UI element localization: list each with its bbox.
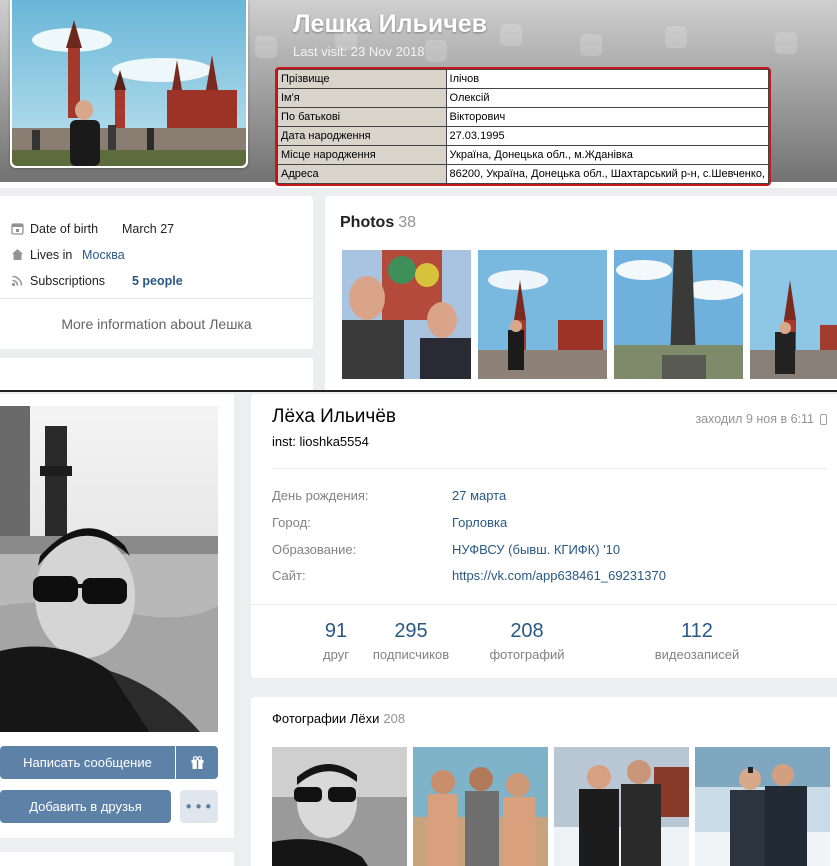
info-label: День рождения: xyxy=(272,488,369,503)
more-actions-button[interactable]: ••• xyxy=(180,790,218,823)
info-label: Образование: xyxy=(272,542,357,557)
registry-row: Прізвище Ілічов xyxy=(277,69,770,89)
photo-thumb[interactable] xyxy=(342,250,471,379)
gift-button[interactable] xyxy=(176,746,218,779)
info-label: Сайт: xyxy=(272,568,306,583)
photos-block: Photos 38 xyxy=(325,196,837,392)
registry-value: 86200, Україна, Донецька обл., Шахтарськ… xyxy=(445,164,770,184)
profile-name: Лешка Ильичев xyxy=(293,10,488,38)
photo-thumb[interactable] xyxy=(478,250,607,379)
registry-key: Прізвище xyxy=(277,69,447,89)
more-dots-icon: ••• xyxy=(184,797,214,816)
photos-count: 208 xyxy=(383,711,406,726)
separator xyxy=(272,468,827,469)
registry-value: Вікторович xyxy=(445,107,770,127)
info-value[interactable]: 27 марта xyxy=(452,488,506,503)
registry-row: Ім'я Олексій xyxy=(277,88,770,108)
registry-value: Ілічов xyxy=(445,69,770,89)
registry-table-highlight: Прізвище Ілічов Ім'я Олексій По батькові Ві… xyxy=(275,67,771,186)
info-row-site: Сайт: https://vk.com/app638461_69231370 xyxy=(272,568,666,583)
registry-value: Олексій xyxy=(445,88,770,108)
photo-thumb[interactable] xyxy=(695,747,830,866)
photo-thumb[interactable] xyxy=(413,747,548,866)
info-row-city: Город: Горловка xyxy=(272,515,507,530)
counter-number: 112 xyxy=(681,620,713,642)
registry-key: Місце народження xyxy=(277,145,447,165)
info-value[interactable]: March 27 xyxy=(122,222,174,236)
registry-key: Адреса xyxy=(277,164,447,184)
avatar-card: Написать сообщение Добавить в друзья ••• xyxy=(0,394,234,838)
profile-name: Лёха Ильичёв xyxy=(272,406,396,427)
avatar-photo-bw xyxy=(0,406,218,732)
photo-thumb[interactable] xyxy=(750,250,837,379)
send-message-button[interactable]: Написать сообщение xyxy=(0,746,175,779)
counter-label: видеозаписей xyxy=(654,647,740,662)
info-row-birthday: День рождения: 27 марта xyxy=(272,488,506,503)
profile-info-card: Date of birth March 27 Lives in Москва S… xyxy=(0,196,313,349)
profile-info-card: Лёха Ильичёв inst: lioshka5554 заходил 9… xyxy=(251,394,837,678)
info-row-dob: Date of birth March 27 xyxy=(10,220,174,238)
info-value[interactable]: Горловка xyxy=(452,515,507,530)
info-label: Date of birth xyxy=(30,222,99,236)
info-label: Lives in xyxy=(30,248,73,262)
photos-header[interactable]: Photos 38 xyxy=(340,214,416,232)
profile-screenshot-new: Лешка Ильичев Last visit: 23 Nov 2018 Пр… xyxy=(0,0,837,392)
registry-key: Дата народження xyxy=(277,126,447,146)
counter-label: подписчиков xyxy=(372,647,450,662)
counter-label: фотографий xyxy=(489,647,565,662)
last-online-text: заходил 9 ноя в 6:11 xyxy=(695,412,814,426)
info-label: Город: xyxy=(272,515,311,530)
gift-icon xyxy=(191,756,203,769)
photos-header[interactable]: Фотографии Лёхи 208 xyxy=(272,711,405,726)
photo-thumb[interactable] xyxy=(614,250,743,379)
profile-avatar[interactable] xyxy=(0,406,218,732)
registry-key: Ім'я xyxy=(277,88,447,108)
info-value[interactable]: Москва xyxy=(82,248,125,262)
counter-followers[interactable]: 295 подписчиков xyxy=(356,620,466,662)
calendar-icon xyxy=(10,222,24,236)
registry-row: Дата народження 27.03.1995 xyxy=(277,126,770,146)
photos-count: 38 xyxy=(398,214,417,231)
registry-row: Адреса 86200, Україна, Донецька обл., Шах… xyxy=(277,164,770,184)
photo-thumb[interactable] xyxy=(554,747,689,866)
info-value[interactable]: https://vk.com/app638461_69231370 xyxy=(452,568,666,583)
counter-videos[interactable]: 112 видеозаписей xyxy=(642,620,752,662)
registry-key: По батькові xyxy=(277,107,447,127)
add-friend-button[interactable]: Добавить в друзья xyxy=(0,790,171,823)
photos-title: Фотографии Лёхи xyxy=(272,711,380,726)
info-value[interactable]: 5 people xyxy=(132,274,183,288)
mobile-icon xyxy=(820,413,827,425)
registry-value: 27.03.1995 xyxy=(445,126,770,146)
last-online: заходил 9 ноя в 6:11 xyxy=(695,412,827,426)
counter-number: 295 xyxy=(394,620,428,642)
info-row-subscriptions[interactable]: Subscriptions 5 people xyxy=(10,272,183,290)
profile-screenshot-old: Написать сообщение Добавить в друзья •••… xyxy=(0,392,837,866)
rss-icon xyxy=(10,274,24,288)
registry-row: Місце народження Україна, Донецька обл., … xyxy=(277,145,770,165)
photos-block: Фотографии Лёхи 208 xyxy=(251,697,837,866)
left-card-next xyxy=(0,852,234,866)
info-row-education: Образование: НУФВСУ (бывш. КГИФК) '10 xyxy=(272,542,620,557)
profile-status: inst: lioshka5554 xyxy=(272,434,369,449)
profile-avatar[interactable] xyxy=(10,0,248,168)
registry-value: Україна, Донецька обл., м.Жданівка xyxy=(445,145,770,165)
photo-thumb[interactable] xyxy=(272,747,407,866)
info-label: Subscriptions xyxy=(30,274,106,288)
last-visit-text: Last visit: 23 Nov 2018 xyxy=(293,44,425,59)
info-row-city: Lives in Москва xyxy=(10,246,125,264)
photos-title: Photos xyxy=(340,214,395,231)
home-icon xyxy=(10,248,24,262)
info-value[interactable]: НУФВСУ (бывш. КГИФК) '10 xyxy=(452,542,620,557)
more-info-link[interactable]: More information about Лешка xyxy=(0,298,313,349)
avatar-photo-red-square xyxy=(12,0,246,166)
separator xyxy=(251,604,837,605)
info-card-next xyxy=(0,358,313,392)
counter-photos[interactable]: 208 фотографий xyxy=(477,620,577,662)
registry-row: По батькові Вікторович xyxy=(277,107,770,127)
counter-number: 208 xyxy=(510,620,544,642)
